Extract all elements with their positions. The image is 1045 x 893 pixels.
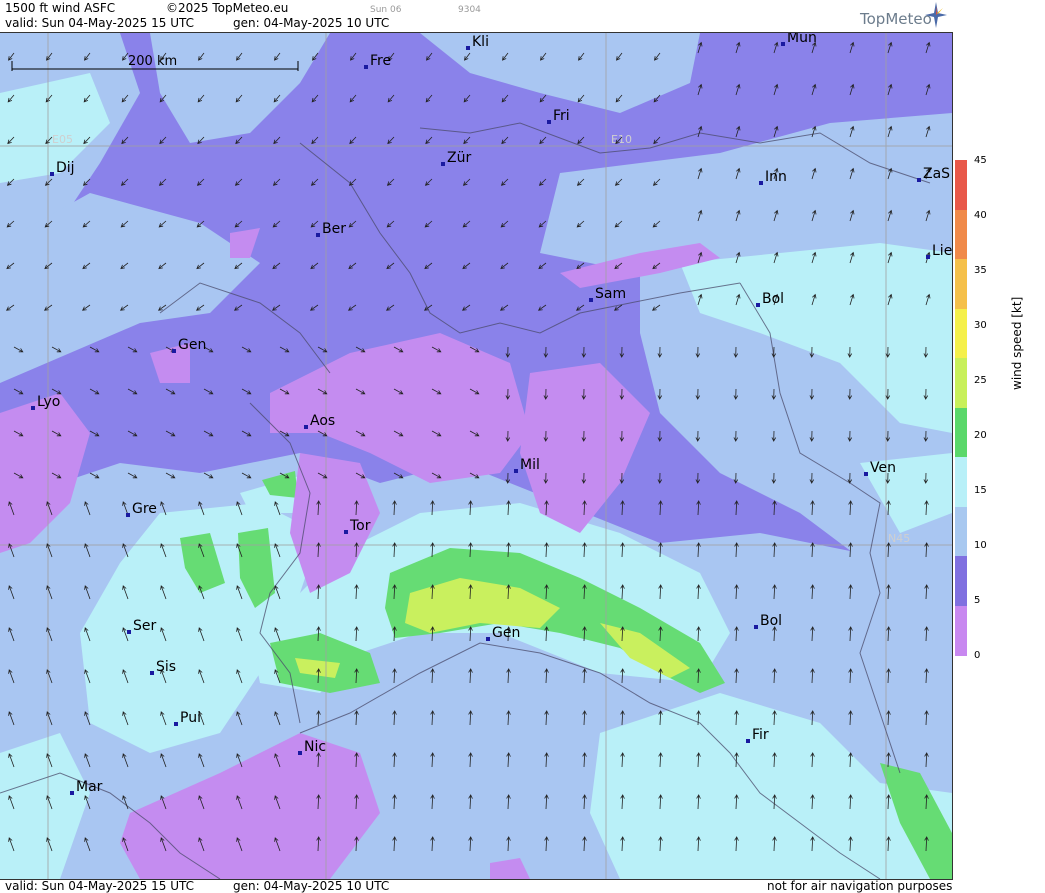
- legend-swatch: [955, 209, 967, 260]
- wind-speed-legend: [955, 160, 967, 656]
- city-marker: [746, 739, 750, 743]
- city-marker: [364, 65, 368, 69]
- city-label: Gre: [132, 501, 157, 517]
- city-label: Ven: [870, 460, 896, 476]
- grid-label-e10: E10: [611, 133, 632, 146]
- city-label: Ber: [322, 221, 346, 237]
- city-marker: [126, 513, 130, 517]
- footer-generated-time: gen: 04-May-2025 10 UTC: [233, 879, 390, 893]
- city-marker: [926, 255, 930, 259]
- city-label: ZaS: [923, 166, 950, 182]
- city-marker: [316, 233, 320, 237]
- city-label: Mün: [787, 33, 817, 46]
- city-label: Sis: [156, 659, 176, 675]
- footer-valid-time: valid: Sun 04-May-2025 15 UTC: [5, 879, 194, 893]
- city-label: Lie: [932, 243, 952, 259]
- city-label: Aos: [310, 413, 335, 429]
- legend-swatch: [955, 506, 967, 557]
- city-label: Zür: [447, 150, 471, 166]
- legend-tick-label: 35: [974, 265, 987, 276]
- city-label: Gen: [178, 337, 206, 353]
- legend-swatch: [955, 259, 967, 310]
- city-marker: [759, 181, 763, 185]
- legend-tick-label: 10: [974, 540, 987, 551]
- city-label: Tor: [349, 518, 371, 534]
- city-label: Nic: [304, 739, 326, 755]
- disclaimer: not for air navigation purposes: [767, 879, 953, 893]
- generated-time: gen: 04-May-2025 10 UTC: [233, 16, 390, 30]
- city-marker: [589, 298, 593, 302]
- legend-swatch: [955, 457, 967, 508]
- city-label: Dij: [56, 160, 75, 176]
- city-label: Fri: [553, 108, 570, 124]
- legend-tick-label: 30: [974, 320, 987, 331]
- city-marker: [344, 530, 348, 534]
- compass-star-icon: [925, 2, 947, 28]
- city-label: Inn: [765, 169, 787, 185]
- city-marker: [31, 406, 35, 410]
- legend-tick-label: 5: [974, 595, 981, 606]
- next-day-label: Sun 06: [370, 5, 402, 15]
- city-marker: [514, 469, 518, 473]
- city-marker: [298, 751, 302, 755]
- city-marker: [486, 637, 490, 641]
- city-label: Fre: [370, 53, 391, 69]
- city-label: Pui: [180, 710, 201, 726]
- legend-swatch: [955, 556, 967, 607]
- grid-label-n45: N45: [888, 532, 910, 545]
- city-label: Ser: [133, 618, 157, 634]
- legend-swatch: [955, 605, 967, 656]
- city-marker: [50, 172, 54, 176]
- city-label: Lyo: [37, 394, 60, 410]
- city-label: Kli: [472, 34, 489, 50]
- city-marker: [547, 120, 551, 124]
- city-label: Bol: [762, 291, 784, 307]
- legend-tick-label: 15: [974, 485, 987, 496]
- grid-label-e05: E05: [52, 133, 73, 146]
- legend-tick-label: 45: [974, 155, 987, 166]
- legend-tick-label: 40: [974, 210, 987, 221]
- city-label: Gen: [492, 625, 520, 641]
- valid-time: valid: Sun 04-May-2025 15 UTC: [5, 16, 194, 30]
- city-label: Bol: [760, 613, 782, 629]
- city-marker: [754, 625, 758, 629]
- legend-tick-label: 20: [974, 430, 987, 441]
- city-label: Fir: [752, 727, 769, 743]
- city-marker: [127, 630, 131, 634]
- copyright: ©2025 TopMeteo.eu: [166, 1, 289, 15]
- city-marker: [781, 42, 785, 46]
- city-marker: [917, 178, 921, 182]
- legend-tick-label: 25: [974, 375, 987, 386]
- legend-swatch: [955, 358, 967, 409]
- product-title: 1500 ft wind ASFC: [5, 1, 116, 15]
- city-label: Sam: [595, 286, 626, 302]
- legend-swatch: [955, 160, 967, 211]
- legend-swatch: [955, 407, 967, 458]
- city-marker: [756, 303, 760, 307]
- topmeteo-logo: TopMeteo: [860, 10, 932, 28]
- city-label: Mar: [76, 779, 103, 795]
- legend-swatch: [955, 308, 967, 359]
- city-marker: [304, 425, 308, 429]
- city-marker: [466, 46, 470, 50]
- legend-title: wind speed [kt]: [1010, 296, 1024, 390]
- city-marker: [150, 671, 154, 675]
- city-label: Mil: [520, 457, 540, 473]
- run-code: 9304: [458, 5, 481, 15]
- wind-map: E05 E10 N45 200 km Kli Mün Fre Fri Dij Zür Inn…: [0, 32, 953, 880]
- city-marker: [70, 791, 74, 795]
- city-marker: [441, 162, 445, 166]
- city-marker: [174, 722, 178, 726]
- city-marker: [172, 349, 176, 353]
- city-marker: [864, 472, 868, 476]
- scale-bar-label: 200 km: [128, 54, 177, 69]
- legend-tick-label: 0: [974, 650, 981, 661]
